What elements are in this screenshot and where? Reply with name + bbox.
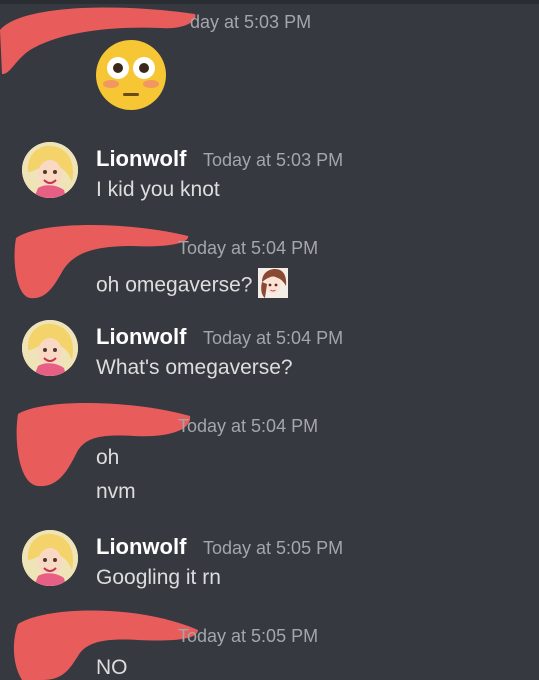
avatar[interactable]	[22, 142, 78, 198]
message-group-4: Today at 5:04 PM oh nvm	[0, 398, 539, 508]
message-text: oh omegaverse?	[96, 268, 289, 304]
message-text: oh	[96, 446, 120, 469]
message-text: NO	[96, 656, 128, 679]
message-author[interactable]: Lionwolf	[96, 146, 186, 172]
message-text: I kid you knot	[96, 178, 220, 201]
message-timestamp: Today at 5:04 PM	[203, 328, 344, 348]
flushed-face-icon	[94, 38, 168, 117]
message-group-1: Lionwolf Today at 5:03 PM I kid you knot	[0, 138, 539, 208]
message-group-2: Today at 5:04 PM oh omegaverse?	[0, 220, 539, 300]
message-text: What's omegaverse?	[96, 356, 293, 379]
avatar[interactable]	[22, 530, 78, 586]
message-author[interactable]: Lionwolf	[96, 534, 186, 560]
message-timestamp: day at 5:03 PM	[190, 12, 312, 32]
message-timestamp: Today at 5:04 PM	[178, 416, 319, 436]
message-timestamp: Today at 5:05 PM	[203, 538, 344, 558]
message-group-0: day at 5:03 PM	[0, 0, 539, 120]
message-group-3: Lionwolf Today at 5:04 PM What's omegave…	[0, 320, 539, 390]
message-text: nvm	[96, 480, 136, 503]
redaction-mark	[16, 402, 191, 487]
message-timestamp: Today at 5:03 PM	[203, 150, 344, 170]
message-text: Googling it rn	[96, 566, 221, 589]
avatar[interactable]	[22, 320, 78, 376]
message-group-5: Lionwolf Today at 5:05 PM Googling it rn	[0, 528, 539, 598]
message-text-content: oh omegaverse?	[96, 273, 253, 297]
message-author[interactable]: Lionwolf	[96, 324, 186, 350]
message-group-6: Today at 5:05 PM NO	[0, 604, 539, 680]
anime-girl-emoji-icon	[258, 268, 289, 304]
message-timestamp: Today at 5:05 PM	[178, 626, 319, 646]
message-timestamp: Today at 5:04 PM	[178, 238, 319, 258]
